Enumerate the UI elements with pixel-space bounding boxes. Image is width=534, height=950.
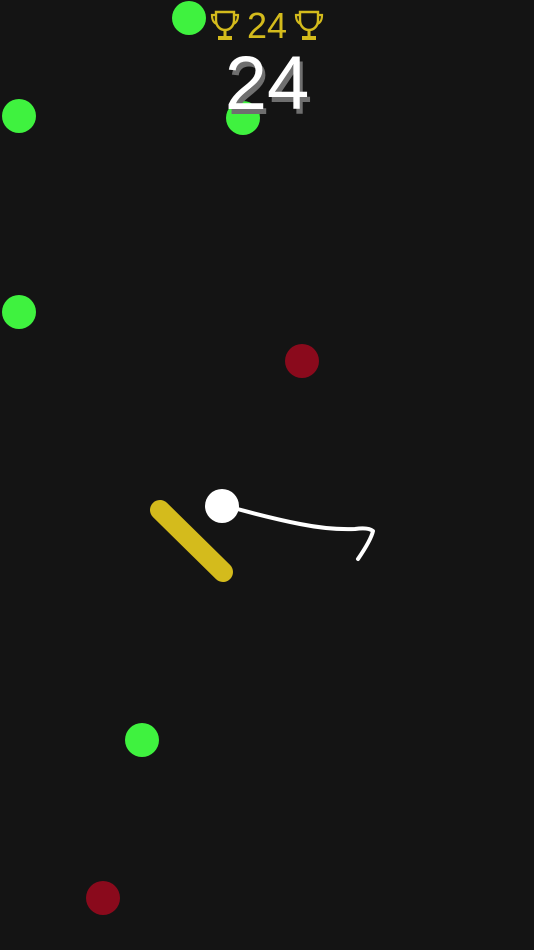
playfield[interactable] bbox=[0, 0, 534, 950]
red-dot bbox=[86, 881, 120, 915]
trophy-icon bbox=[210, 10, 240, 40]
player-ball[interactable] bbox=[205, 489, 239, 523]
current-score: 24 bbox=[224, 41, 310, 126]
green-dot bbox=[2, 295, 36, 329]
red-dot bbox=[285, 344, 319, 378]
trophy-icon bbox=[294, 10, 324, 40]
green-dot bbox=[125, 723, 159, 757]
game-screen[interactable]: 24 24 bbox=[0, 0, 534, 950]
player-trail bbox=[228, 505, 375, 561]
best-score-display: 24 bbox=[0, 4, 534, 48]
best-score-value: 24 bbox=[246, 5, 288, 46]
